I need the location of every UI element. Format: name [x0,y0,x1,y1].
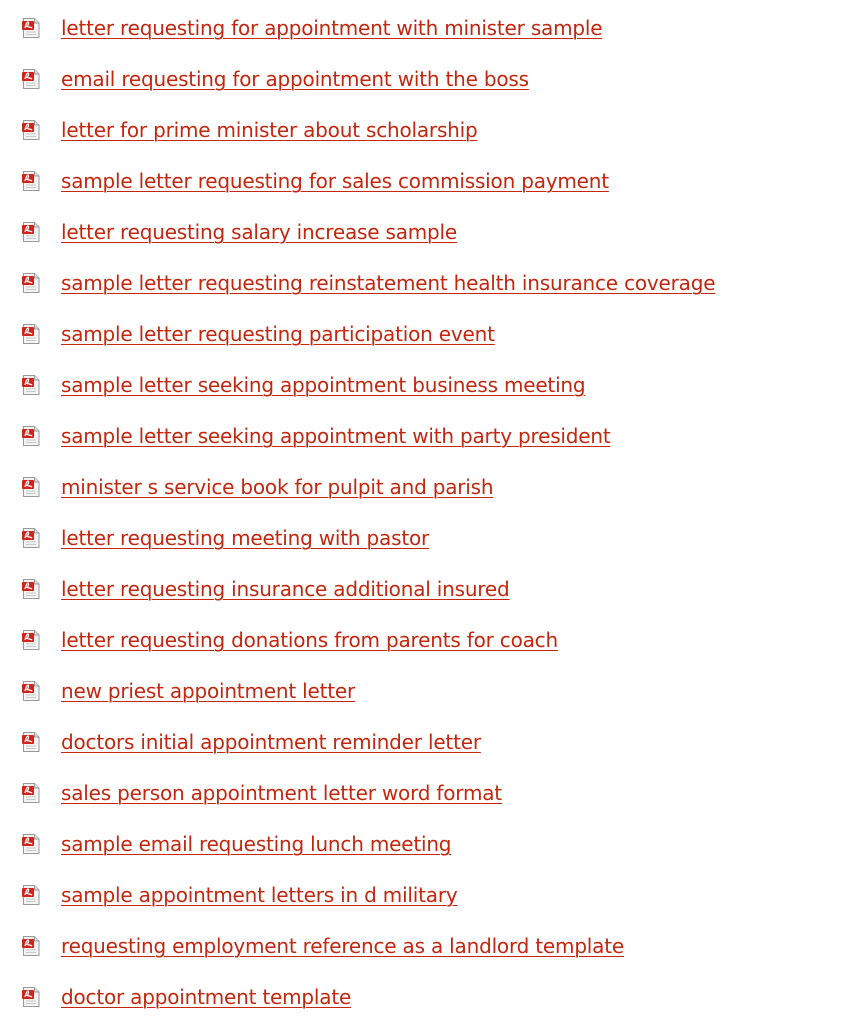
pdf-document-icon [22,221,40,242]
document-link[interactable]: sample letter seeking appointment busine… [61,373,586,397]
pdf-document-icon [22,578,40,599]
pdf-document-icon [22,272,40,293]
pdf-document-icon [22,527,40,548]
list-item: new priest appointment letter [0,665,846,716]
list-item: sample letter seeking appointment with p… [0,410,846,461]
pdf-document-icon [22,425,40,446]
document-link[interactable]: sales person appointment letter word for… [61,781,502,805]
document-link[interactable]: letter requesting insurance additional i… [61,577,510,601]
list-item: letter requesting meeting with pastor [0,512,846,563]
pdf-document-icon [22,17,40,38]
list-item: letter requesting salary increase sample [0,206,846,257]
document-link[interactable]: letter requesting donations from parents… [61,628,558,652]
list-item: doctors initial appointment reminder let… [0,716,846,767]
pdf-document-icon [22,170,40,191]
list-item: sample letter seeking appointment busine… [0,359,846,410]
list-item: letter requesting insurance additional i… [0,563,846,614]
document-link[interactable]: sample letter requesting reinstatement h… [61,271,716,295]
document-link[interactable]: sample appointment letters in d military [61,883,458,907]
document-link[interactable]: sample letter requesting for sales commi… [61,169,609,193]
pdf-document-icon [22,935,40,956]
list-item: letter requesting donations from parents… [0,614,846,665]
document-link[interactable]: sample email requesting lunch meeting [61,832,451,856]
pdf-document-icon [22,476,40,497]
pdf-document-icon [22,119,40,140]
document-link[interactable]: new priest appointment letter [61,679,355,703]
pdf-document-icon [22,68,40,89]
list-item: email requesting for appointment with th… [0,53,846,104]
list-item: sample letter requesting reinstatement h… [0,257,846,308]
list-item: doctor appointment template [0,971,846,1022]
pdf-document-icon [22,323,40,344]
document-link[interactable]: doctors initial appointment reminder let… [61,730,481,754]
document-link[interactable]: letter requesting meeting with pastor [61,526,429,550]
list-item: letter for prime minister about scholars… [0,104,846,155]
document-link[interactable]: sample letter requesting participation e… [61,322,495,346]
list-item: minister s service book for pulpit and p… [0,461,846,512]
pdf-document-icon [22,782,40,803]
pdf-document-icon [22,884,40,905]
document-link[interactable]: letter requesting salary increase sample [61,220,457,244]
document-link[interactable]: sample letter seeking appointment with p… [61,424,611,448]
pdf-document-icon [22,629,40,650]
list-item: sales person appointment letter word for… [0,767,846,818]
pdf-document-icon [22,680,40,701]
pdf-document-icon [22,833,40,854]
document-link[interactable]: minister s service book for pulpit and p… [61,475,494,499]
list-item: letter requesting for appointment with m… [0,2,846,53]
document-link[interactable]: email requesting for appointment with th… [61,67,529,91]
list-item: sample appointment letters in d military [0,869,846,920]
list-item: sample letter requesting participation e… [0,308,846,359]
list-item: sample letter requesting for sales commi… [0,155,846,206]
document-link[interactable]: doctor appointment template [61,985,351,1009]
list-item: sample email requesting lunch meeting [0,818,846,869]
document-link[interactable]: requesting employment reference as a lan… [61,934,624,958]
document-list: letter requesting for appointment with m… [0,2,846,1022]
pdf-document-icon [22,374,40,395]
document-link[interactable]: letter requesting for appointment with m… [61,16,603,40]
list-item: requesting employment reference as a lan… [0,920,846,971]
document-link[interactable]: letter for prime minister about scholars… [61,118,478,142]
pdf-document-icon [22,731,40,752]
pdf-document-icon [22,986,40,1007]
